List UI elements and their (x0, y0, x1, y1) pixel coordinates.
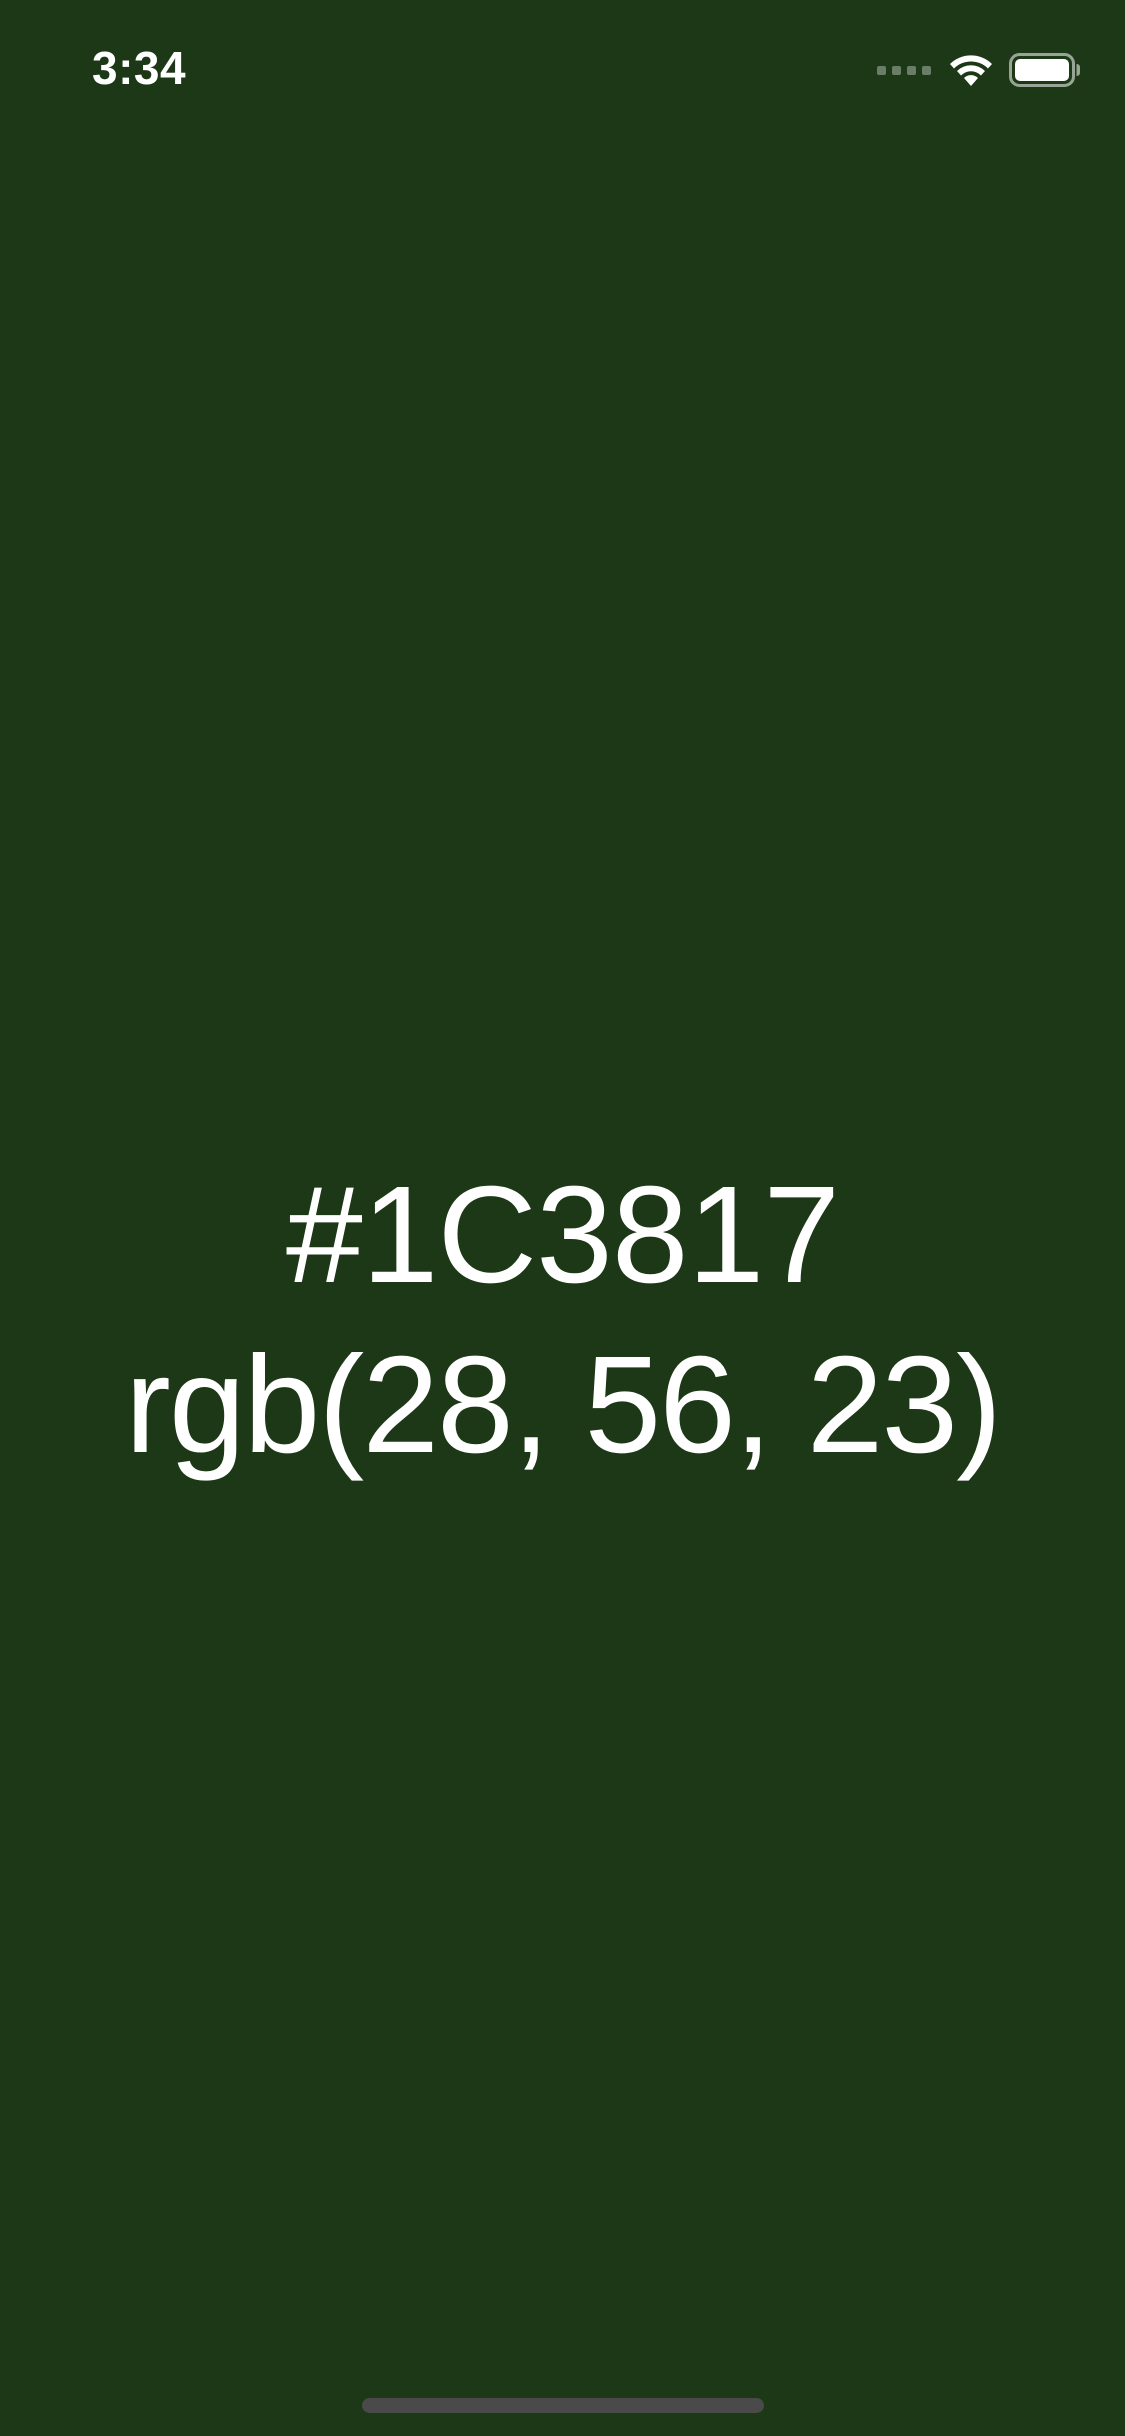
wifi-icon (947, 52, 995, 88)
signal-dots-icon (877, 65, 931, 75)
color-info: #1C3817 rgb(28, 56, 23) (0, 1155, 1125, 1495)
hex-color-value: #1C3817 (285, 1158, 840, 1312)
status-bar: 3:34 (0, 0, 1125, 132)
battery-icon (1009, 52, 1081, 88)
status-time: 3:34 (92, 42, 187, 94)
rgb-color-value: rgb(28, 56, 23) (124, 1328, 1002, 1482)
status-icons (877, 50, 1081, 90)
home-indicator[interactable] (362, 2398, 764, 2413)
